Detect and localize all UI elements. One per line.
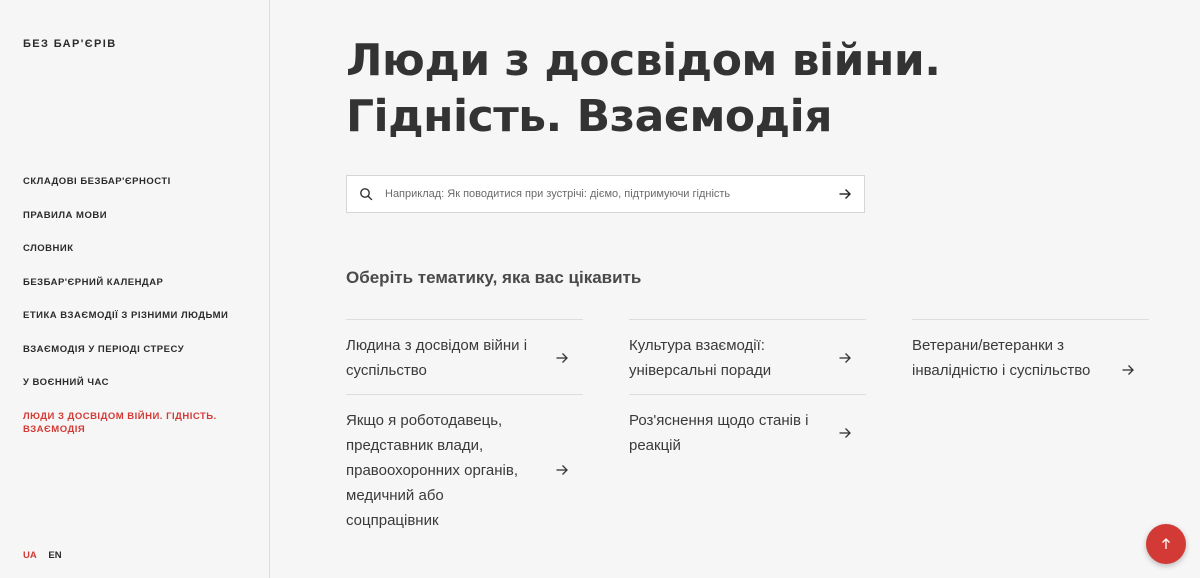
arrow-right-icon[interactable]	[838, 187, 852, 201]
topic-card[interactable]: Ветерани/ветеранки з інвалідністю і сусп…	[912, 319, 1149, 419]
page-title-line2: Гідність. Взаємодія	[346, 91, 833, 142]
page-title: Люди з досвідом війни. Гідність. Взаємод…	[346, 33, 1046, 145]
site-logo[interactable]: БЕЗ БАР'ЄРІВ	[23, 38, 117, 50]
sidebar-item-components[interactable]: СКЛАДОВІ БЕЗБАР'ЄРНОСТІ	[23, 175, 233, 188]
arrow-right-icon	[556, 465, 568, 475]
sidebar-item-calendar[interactable]: БЕЗБАР'ЄРНИЙ КАЛЕНДАР	[23, 276, 233, 289]
sidebar-nav: СКЛАДОВІ БЕЗБАР'ЄРНОСТІ ПРАВИЛА МОВИ СЛО…	[23, 175, 233, 456]
sidebar: БЕЗ БАР'ЄРІВ СКЛАДОВІ БЕЗБАР'ЄРНОСТІ ПРА…	[0, 0, 270, 578]
sidebar-item-ethics[interactable]: ЕТИКА ВЗАЄМОДІЇ З РІЗНИМИ ЛЮДЬМИ	[23, 309, 233, 322]
sidebar-item-stress[interactable]: ВЗАЄМОДІЯ У ПЕРІОДІ СТРЕСУ	[23, 343, 233, 356]
sidebar-item-wartime[interactable]: У ВОЄННИЙ ЧАС	[23, 376, 233, 389]
topic-label: Якщо я роботодавець, представник влади, …	[346, 412, 519, 529]
arrow-up-icon	[1162, 538, 1170, 549]
sidebar-item-dictionary[interactable]: СЛОВНИК	[23, 242, 233, 255]
sidebar-item-war-experience[interactable]: ЛЮДИ З ДОСВІДОМ ВІЙНИ. ГІДНІСТЬ. ВЗАЄМОД…	[23, 410, 233, 436]
arrow-right-icon	[839, 428, 851, 438]
topic-label: Людина з досвідом війни і суспільство	[346, 337, 528, 379]
topic-label: Культура взаємодії: універсальні поради	[629, 337, 772, 379]
language-switcher: UA EN	[23, 550, 71, 561]
arrow-right-icon	[1122, 365, 1134, 375]
lang-en[interactable]: EN	[48, 550, 61, 561]
topic-card[interactable]: Роз'яснення щодо станів і реакцій	[629, 394, 866, 469]
arrow-right-icon	[556, 353, 568, 363]
topic-card[interactable]: Якщо я роботодавець, представник влади, …	[346, 394, 583, 544]
search-icon	[360, 188, 373, 201]
page-title-line1: Люди з досвідом війни.	[346, 35, 941, 86]
scroll-to-top-button[interactable]	[1146, 524, 1186, 564]
topic-label: Ветерани/ветеранки з інвалідністю і сусп…	[912, 337, 1091, 379]
search-box	[346, 175, 865, 213]
arrow-right-icon	[839, 353, 851, 363]
search-input[interactable]	[385, 176, 825, 212]
sidebar-item-language-rules[interactable]: ПРАВИЛА МОВИ	[23, 209, 233, 222]
topic-card[interactable]: Культура взаємодії: універсальні поради	[629, 319, 866, 394]
topic-label: Роз'яснення щодо станів і реакцій	[629, 412, 809, 454]
lang-ua[interactable]: UA	[23, 550, 37, 561]
topics-heading: Оберіть тематику, яка вас цікавить	[346, 268, 642, 287]
topic-card[interactable]: Людина з досвідом війни і суспільство	[346, 319, 583, 394]
